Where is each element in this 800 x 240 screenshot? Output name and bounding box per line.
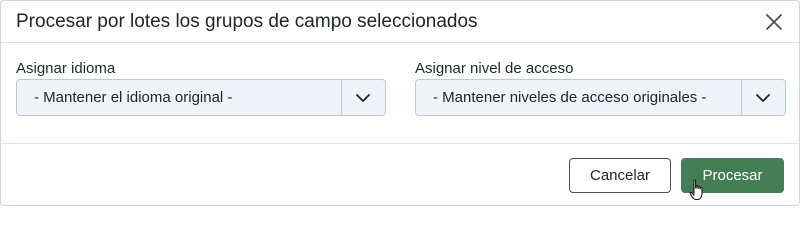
access-level-label: Asignar nivel de acceso — [415, 60, 574, 77]
dialog-title: Procesar por lotes los grupos de campo s… — [16, 11, 478, 32]
hand-pointer-icon — [689, 179, 705, 201]
language-select-value: - Mantener el idioma original - — [34, 89, 233, 106]
dialog-header: Procesar por lotes los grupos de campo s… — [1, 1, 799, 43]
dialog-footer — [1, 143, 799, 207]
close-button[interactable] — [763, 11, 785, 33]
close-icon — [766, 14, 782, 30]
language-select-toggle[interactable] — [341, 80, 385, 115]
chevron-down-icon — [356, 94, 370, 102]
batch-process-dialog: Procesar por lotes los grupos de campo s… — [0, 0, 800, 206]
access-level-select-value: - Mantener niveles de acceso originales … — [433, 89, 707, 106]
access-level-select-toggle[interactable] — [741, 80, 785, 115]
chevron-down-icon — [756, 94, 770, 102]
language-label: Asignar idioma — [16, 60, 116, 77]
access-level-select[interactable]: - Mantener niveles de acceso originales … — [415, 79, 786, 116]
cancel-button[interactable]: Cancelar — [569, 158, 671, 193]
language-select[interactable]: - Mantener el idioma original - — [16, 79, 386, 116]
